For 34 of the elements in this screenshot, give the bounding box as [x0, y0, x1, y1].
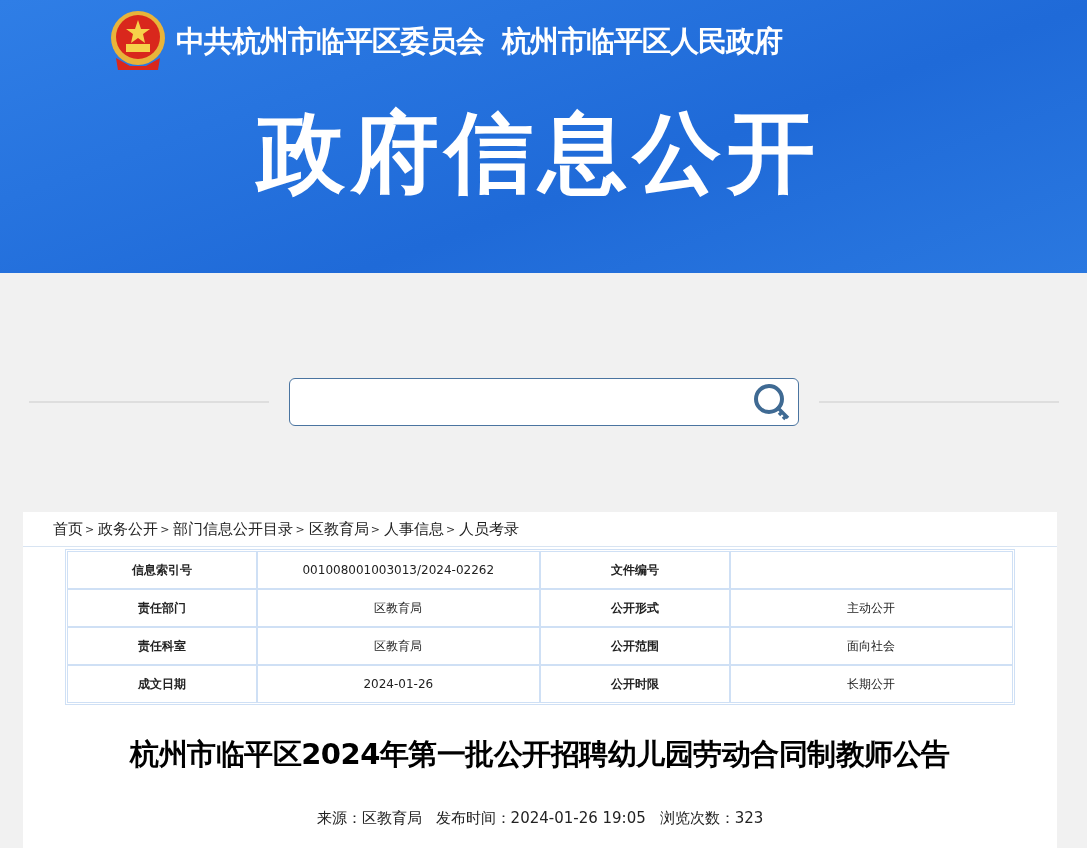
- table-header-cell: 信息索引号: [68, 552, 256, 588]
- table-header-cell: 公开形式: [541, 590, 729, 626]
- table-header-cell: 文件编号: [541, 552, 729, 588]
- search-field[interactable]: [288, 378, 799, 426]
- banner-title: 政府信息公开: [254, 100, 822, 206]
- breadcrumb-link[interactable]: 区教育局: [308, 519, 369, 539]
- table-cell: 区教育局: [257, 628, 539, 664]
- org-title: 中共杭州市临平区委员会 杭州市临平区人民政府: [176, 23, 783, 60]
- search-icon[interactable]: [751, 382, 792, 422]
- table-cell: 长期公开: [730, 666, 1012, 702]
- meta-text: 浏览次数：323: [659, 809, 764, 828]
- table-cell: 主动公开: [730, 590, 1012, 626]
- breadcrumb-link[interactable]: 人员考录: [459, 519, 520, 539]
- breadcrumb-separator: >: [160, 522, 170, 536]
- breadcrumb-separator: >: [370, 522, 380, 536]
- table-header-cell: 责任科室: [68, 628, 256, 664]
- breadcrumb-separator: >: [445, 522, 456, 536]
- breadcrumb-separator: >: [295, 522, 305, 536]
- breadcrumb-link[interactable]: 政务公开: [98, 519, 159, 539]
- meta-text: 发布时间：2024-01-26 19:05: [435, 809, 646, 828]
- table-header-cell: 成文日期: [68, 666, 256, 702]
- table-header-cell: 公开范围: [541, 628, 729, 664]
- table-header-cell: 责任部门: [68, 590, 256, 626]
- breadcrumb-link[interactable]: 人事信息: [383, 519, 444, 539]
- table-cell: 面向社会: [730, 628, 1012, 664]
- table-cell: 2024-01-26: [257, 666, 539, 702]
- meta-text: 来源：区教育局: [316, 809, 422, 828]
- breadcrumb-link[interactable]: 首页: [53, 519, 83, 539]
- table-header-cell: 公开时限: [541, 666, 729, 702]
- article-title: 杭州市临平区2024年第一批公开招聘幼儿园劳动合同制教师公告: [128, 736, 951, 773]
- table-cell: 区教育局: [257, 590, 539, 626]
- breadcrumb-link[interactable]: 部门信息公开目录: [173, 519, 294, 539]
- table-cell: 001008001003013/2024-02262: [257, 552, 539, 588]
- breadcrumb-separator: >: [85, 522, 95, 536]
